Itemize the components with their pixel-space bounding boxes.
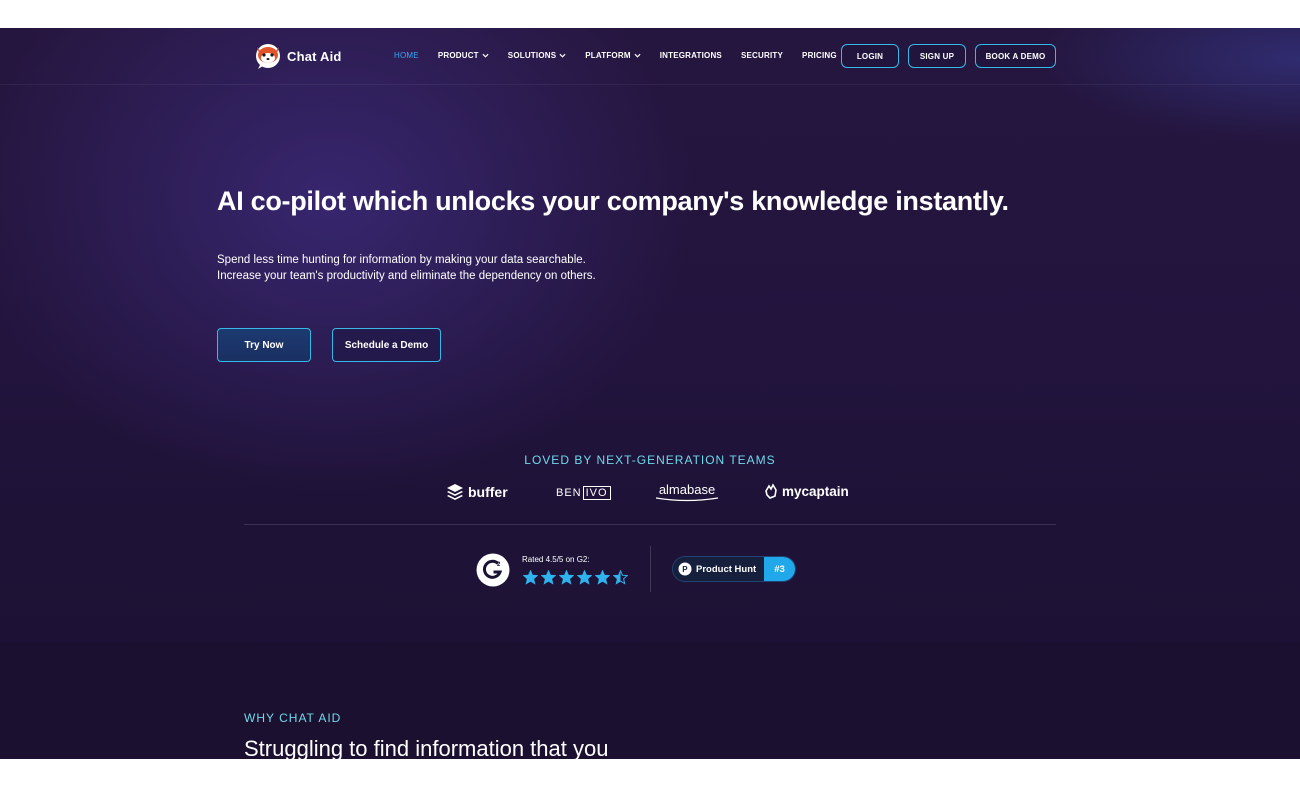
- nav-pricing-label: PRICING: [802, 51, 837, 60]
- hero-subtitle: Spend less time hunting for information …: [217, 252, 596, 284]
- nav-solutions-label: SOLUTIONS: [507, 51, 557, 60]
- product-hunt-icon: P: [678, 562, 692, 576]
- benivo-logo-boxed: IVO: [582, 486, 611, 500]
- almabase-swoosh-icon: [655, 497, 719, 502]
- red-panda-logo-icon: [256, 44, 280, 69]
- mycaptain-logo-text: mycaptain: [782, 483, 849, 499]
- nav-pricing[interactable]: PRICING: [802, 51, 837, 60]
- nav-platform-label: PLATFORM: [585, 51, 631, 60]
- vertical-divider: [650, 546, 651, 592]
- nav-product-label: PRODUCT: [437, 51, 479, 60]
- schedule-demo-button[interactable]: Schedule a Demo: [332, 328, 441, 362]
- nav-integrations-label: INTEGRATIONS: [659, 51, 722, 60]
- svg-text:P: P: [682, 565, 688, 574]
- mycaptain-logo: mycaptain: [764, 483, 849, 499]
- main-nav: HOME PRODUCT SOLUTIONS PLATFORM INTEGRAT…: [394, 51, 856, 60]
- signup-button[interactable]: SIGN UP: [908, 44, 966, 68]
- logo[interactable]: Chat Aid: [253, 41, 342, 71]
- g2-logo-icon[interactable]: 2: [476, 553, 510, 587]
- try-now-button[interactable]: Try Now: [217, 328, 311, 362]
- star-full-icon: [523, 570, 538, 585]
- book-demo-button[interactable]: BOOK A DEMO: [975, 44, 1056, 68]
- nav-home[interactable]: HOME: [394, 51, 419, 60]
- mycaptain-hand-icon: [765, 483, 777, 499]
- almabase-logo-text: almabase: [658, 482, 716, 497]
- section-divider: [244, 524, 1056, 525]
- nav-security-label: SECURITY: [740, 51, 784, 60]
- benivo-logo-prefix: BEN: [556, 487, 582, 499]
- star-half-icon: [613, 570, 628, 585]
- nav-product[interactable]: PRODUCT: [438, 51, 489, 60]
- hero-subtitle-line-1: Spend less time hunting for information …: [217, 254, 586, 266]
- chevron-down-icon: [634, 53, 641, 58]
- product-hunt-label: Product Hunt: [696, 563, 757, 575]
- benivo-logo: BEN IVO: [556, 486, 611, 500]
- product-hunt-badge-label-area: P Product Hunt: [673, 557, 764, 581]
- nav-home-label: HOME: [394, 51, 419, 60]
- nav-solutions[interactable]: SOLUTIONS: [508, 51, 566, 60]
- login-button[interactable]: LOGIN: [841, 44, 899, 68]
- product-hunt-badge[interactable]: P Product Hunt #3: [673, 557, 795, 581]
- almabase-logo: almabase: [655, 482, 719, 502]
- why-chat-aid-section: [0, 642, 1300, 759]
- buffer-stack-icon: [447, 484, 463, 500]
- star-full-icon: [595, 570, 610, 585]
- hero-subtitle-line-2: Increase your team's productivity and el…: [217, 270, 596, 282]
- customer-logos: buffer BEN IVO almabase mycaptain: [0, 482, 1300, 507]
- logo-text: Chat Aid: [287, 48, 342, 64]
- g2-rating-text: Rated 4.5/5 on G2:: [522, 555, 590, 564]
- star-full-icon: [559, 570, 574, 585]
- why-chat-aid-eyebrow: WHY CHAT AID: [244, 711, 342, 725]
- why-chat-aid-heading: Struggling to find information that you: [244, 736, 609, 759]
- nav-platform[interactable]: PLATFORM: [585, 51, 641, 60]
- star-full-icon: [577, 570, 592, 585]
- chevron-down-icon: [559, 53, 566, 58]
- chevron-down-icon: [482, 53, 489, 58]
- page-viewport: Chat Aid HOME PRODUCT SOLUTIONS PLATFORM…: [0, 28, 1300, 759]
- product-hunt-rank: #3: [764, 557, 795, 581]
- g2-star-rating: [523, 570, 628, 585]
- hero-title: AI co-pilot which unlocks your company's…: [217, 186, 1009, 216]
- nav-integrations[interactable]: INTEGRATIONS: [660, 51, 722, 60]
- buffer-logo-text: buffer: [468, 484, 508, 500]
- top-navbar: Chat Aid HOME PRODUCT SOLUTIONS PLATFORM…: [0, 28, 1300, 85]
- buffer-logo: buffer: [446, 483, 508, 501]
- loved-by-heading: LOVED BY NEXT-GENERATION TEAMS: [524, 453, 776, 467]
- star-full-icon: [541, 570, 556, 585]
- nav-security[interactable]: SECURITY: [741, 51, 783, 60]
